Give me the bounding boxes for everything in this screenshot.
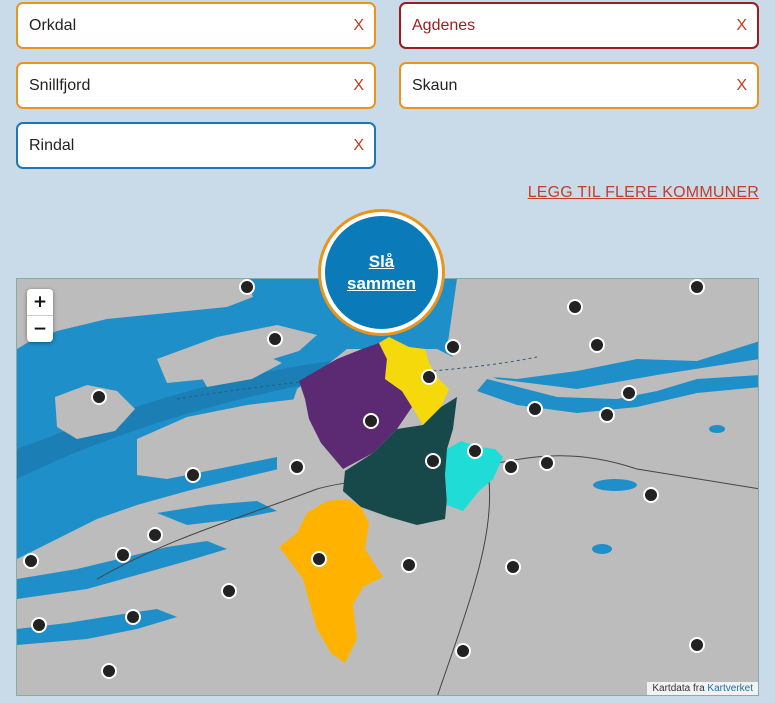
lake [593, 479, 637, 491]
zoom-control: + − [27, 289, 53, 342]
municipality-input[interactable] [29, 136, 346, 155]
municipality-field-orkdal: X [16, 2, 376, 49]
municipality-field-agdenes: X [399, 2, 759, 49]
clear-icon[interactable]: X [728, 17, 747, 35]
zoom-in-button[interactable]: + [27, 289, 53, 315]
clear-icon[interactable]: X [345, 17, 364, 35]
add-more-municipalities-link[interactable]: LEGG TIL FLERE KOMMUNER [528, 184, 759, 202]
map-attribution: Kartdata fra Kartverket [647, 682, 758, 695]
clear-icon[interactable]: X [345, 77, 364, 95]
lake [592, 544, 612, 554]
zoom-out-button[interactable]: − [27, 315, 53, 342]
municipality-input[interactable] [29, 76, 346, 95]
merge-button[interactable]: Slå sammen [321, 212, 442, 333]
attribution-text: Kartdata fra [652, 683, 705, 694]
merge-button-label: Slå sammen [347, 251, 416, 293]
municipality-field-skaun: X [399, 62, 759, 109]
municipality-input[interactable] [29, 16, 346, 35]
clear-icon[interactable]: X [345, 137, 364, 155]
lake [709, 425, 725, 433]
municipality-input[interactable] [412, 76, 729, 95]
municipality-field-rindal: X [16, 122, 376, 169]
map[interactable]: + − Kartdata fra Kartverket [16, 278, 759, 696]
map-canvas[interactable] [17, 279, 759, 696]
municipality-input[interactable] [412, 16, 729, 35]
clear-icon[interactable]: X [728, 77, 747, 95]
attribution-link[interactable]: Kartverket [707, 683, 753, 694]
municipality-field-snillfjord: X [16, 62, 376, 109]
